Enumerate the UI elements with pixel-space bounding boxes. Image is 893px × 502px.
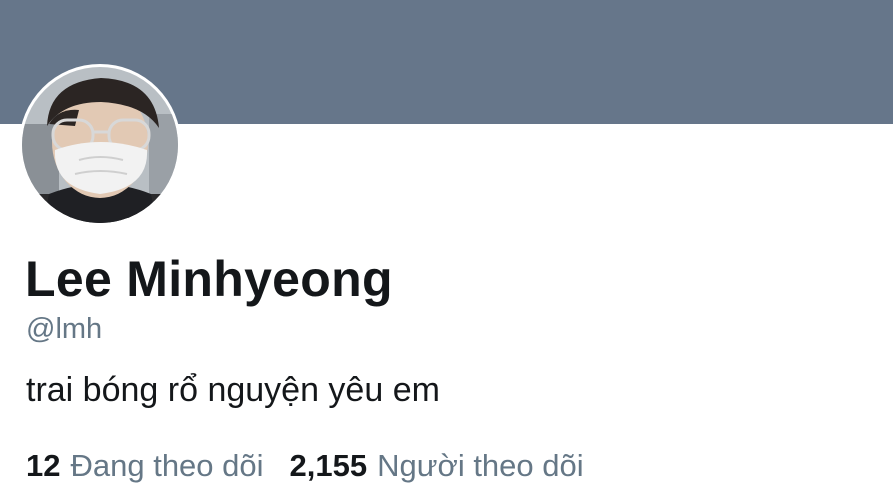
followers-link[interactable]: 2,155 Người theo dõi xyxy=(290,448,584,484)
followers-count: 2,155 xyxy=(289,448,368,483)
avatar[interactable] xyxy=(19,64,181,226)
avatar-photo xyxy=(22,67,178,223)
profile-page: Lee Minhyeong @lmh trai bóng rổ nguyện y… xyxy=(0,0,893,502)
display-name: Lee Minhyeong xyxy=(25,251,393,307)
profile-bio: trai bóng rổ nguyện yêu em xyxy=(26,371,440,409)
user-handle: @lmh xyxy=(26,313,103,345)
followers-label: Người theo dõi xyxy=(377,448,584,483)
following-count: 12 xyxy=(26,448,61,483)
follow-stats: 12 Đang theo dõi 2,155 Người theo dõi xyxy=(26,448,584,484)
following-label: Đang theo dõi xyxy=(70,448,264,483)
following-link[interactable]: 12 Đang theo dõi xyxy=(26,448,264,484)
